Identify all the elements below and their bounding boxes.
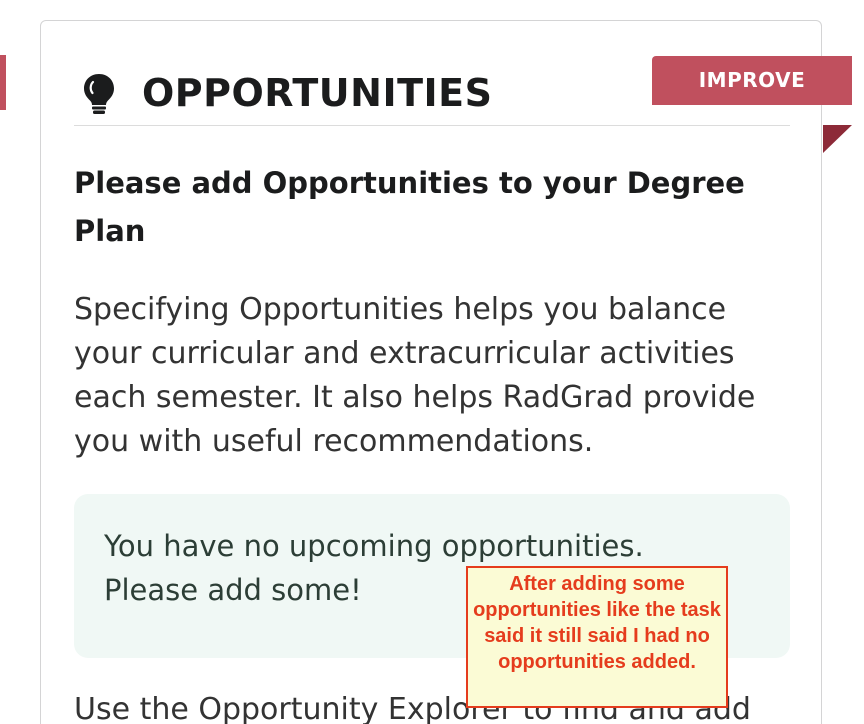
lightbulb-icon bbox=[84, 74, 114, 114]
section-heading: Please add Opportunities to your Degree … bbox=[74, 166, 745, 248]
adjacent-card-ribbon bbox=[0, 55, 6, 110]
description-text: Specifying Opportunities helps you balan… bbox=[74, 292, 756, 459]
improve-ribbon-fold bbox=[823, 125, 852, 153]
page: OPPORTUNITIES IMPROVE Please add Opportu… bbox=[0, 0, 864, 724]
card-title: OPPORTUNITIES bbox=[142, 71, 493, 115]
feedback-annotation-note: After adding some opportunities like the… bbox=[466, 566, 728, 708]
improve-ribbon-label: IMPROVE bbox=[652, 56, 852, 105]
